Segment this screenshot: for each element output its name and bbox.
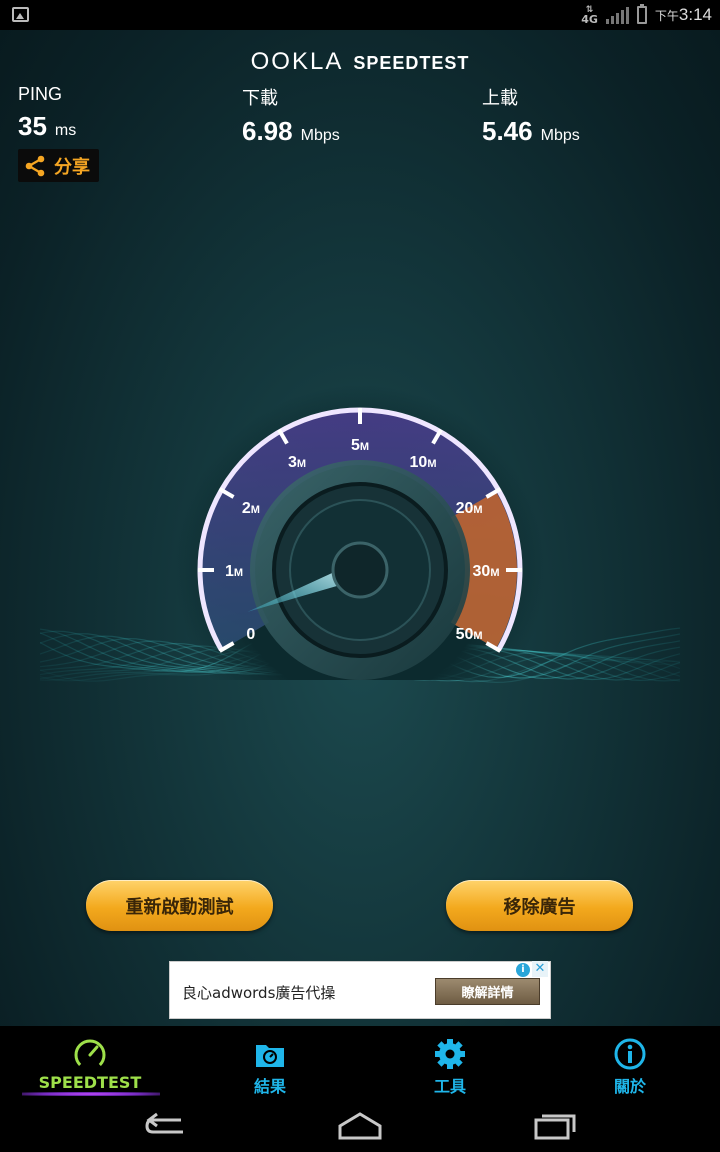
download-unit: Mbps xyxy=(300,127,340,144)
download-graph xyxy=(243,157,347,185)
gauge-label: 0 xyxy=(246,626,255,643)
gear-icon xyxy=(435,1039,465,1069)
ad-text: 良心adwords廣告代操 xyxy=(182,984,336,1002)
tab-label: 工具 xyxy=(433,1077,466,1096)
product-name: SPEEDTEST xyxy=(353,53,470,73)
restart-test-button[interactable]: 重新啟動測試 xyxy=(86,880,273,931)
ad-info-icon[interactable]: i xyxy=(516,963,530,977)
speed-gauge: 01M2M3M5M10M20M30M50M xyxy=(175,385,545,680)
ad-learn-more-button[interactable]: 瞭解詳情 xyxy=(435,978,540,1005)
signal-strength-icon xyxy=(605,6,629,24)
clock: 下午3:14 xyxy=(654,5,712,24)
battery-icon xyxy=(636,4,647,24)
upload-unit: Mbps xyxy=(540,127,580,144)
status-bar: ⇅ 4G 下午3:14 xyxy=(0,0,720,30)
ping-unit: ms xyxy=(54,122,77,139)
upload-label: 上載 xyxy=(482,88,518,108)
app-logo: OOKLA SPEEDTEST xyxy=(0,48,720,76)
tab-label: SPEEDTEST xyxy=(38,1073,142,1092)
tab-tools[interactable]: 工具 xyxy=(360,1026,540,1100)
upload-stat: 上載 5.46 Mbps xyxy=(482,84,590,189)
tab-label: 結果 xyxy=(253,1077,286,1096)
upload-graph xyxy=(483,157,587,185)
share-icon xyxy=(25,155,45,176)
download-label: 下載 xyxy=(242,88,278,108)
ping-stat: PING 35 ms xyxy=(18,84,76,142)
tab-results[interactable]: 結果 xyxy=(180,1026,360,1100)
download-value: 6.98 xyxy=(242,116,293,146)
system-navigation-bar xyxy=(0,1100,720,1152)
brand-name: OOKLA xyxy=(250,48,344,75)
download-value-row: 6.98 Mbps xyxy=(242,116,350,147)
download-stat: 下載 6.98 Mbps xyxy=(242,84,350,189)
results-folder-icon xyxy=(256,1045,284,1067)
ping-label: PING xyxy=(18,84,63,104)
upload-value-row: 5.46 Mbps xyxy=(482,116,590,147)
info-icon xyxy=(614,1038,646,1070)
ad-close-icon[interactable]: ✕ xyxy=(532,961,548,977)
share-button[interactable]: 分享 xyxy=(18,149,99,182)
active-tab-indicator xyxy=(22,1092,160,1096)
remove-ads-button[interactable]: 移除廣告 xyxy=(446,880,633,931)
speedometer-icon xyxy=(74,1039,106,1071)
image-notification-icon xyxy=(12,7,29,22)
tab-about[interactable]: 關於 xyxy=(540,1026,720,1100)
ad-banner[interactable]: 良心adwords廣告代操 瞭解詳情 i ✕ xyxy=(169,961,551,1019)
ping-value-row: 35 ms xyxy=(18,111,76,142)
recent-apps-icon[interactable] xyxy=(532,1108,580,1142)
home-icon[interactable] xyxy=(336,1108,384,1142)
ping-value: 35 xyxy=(18,111,47,141)
tab-speedtest[interactable]: SPEEDTEST xyxy=(0,1026,180,1100)
back-icon[interactable] xyxy=(141,1108,189,1142)
upload-value: 5.46 xyxy=(482,116,533,146)
tab-label: 關於 xyxy=(613,1077,646,1096)
share-label: 分享 xyxy=(54,156,90,178)
network-type-icon: ⇅ 4G xyxy=(581,5,598,26)
bottom-tab-bar: SPEEDTEST 結果 工具 關於 xyxy=(0,1026,720,1100)
